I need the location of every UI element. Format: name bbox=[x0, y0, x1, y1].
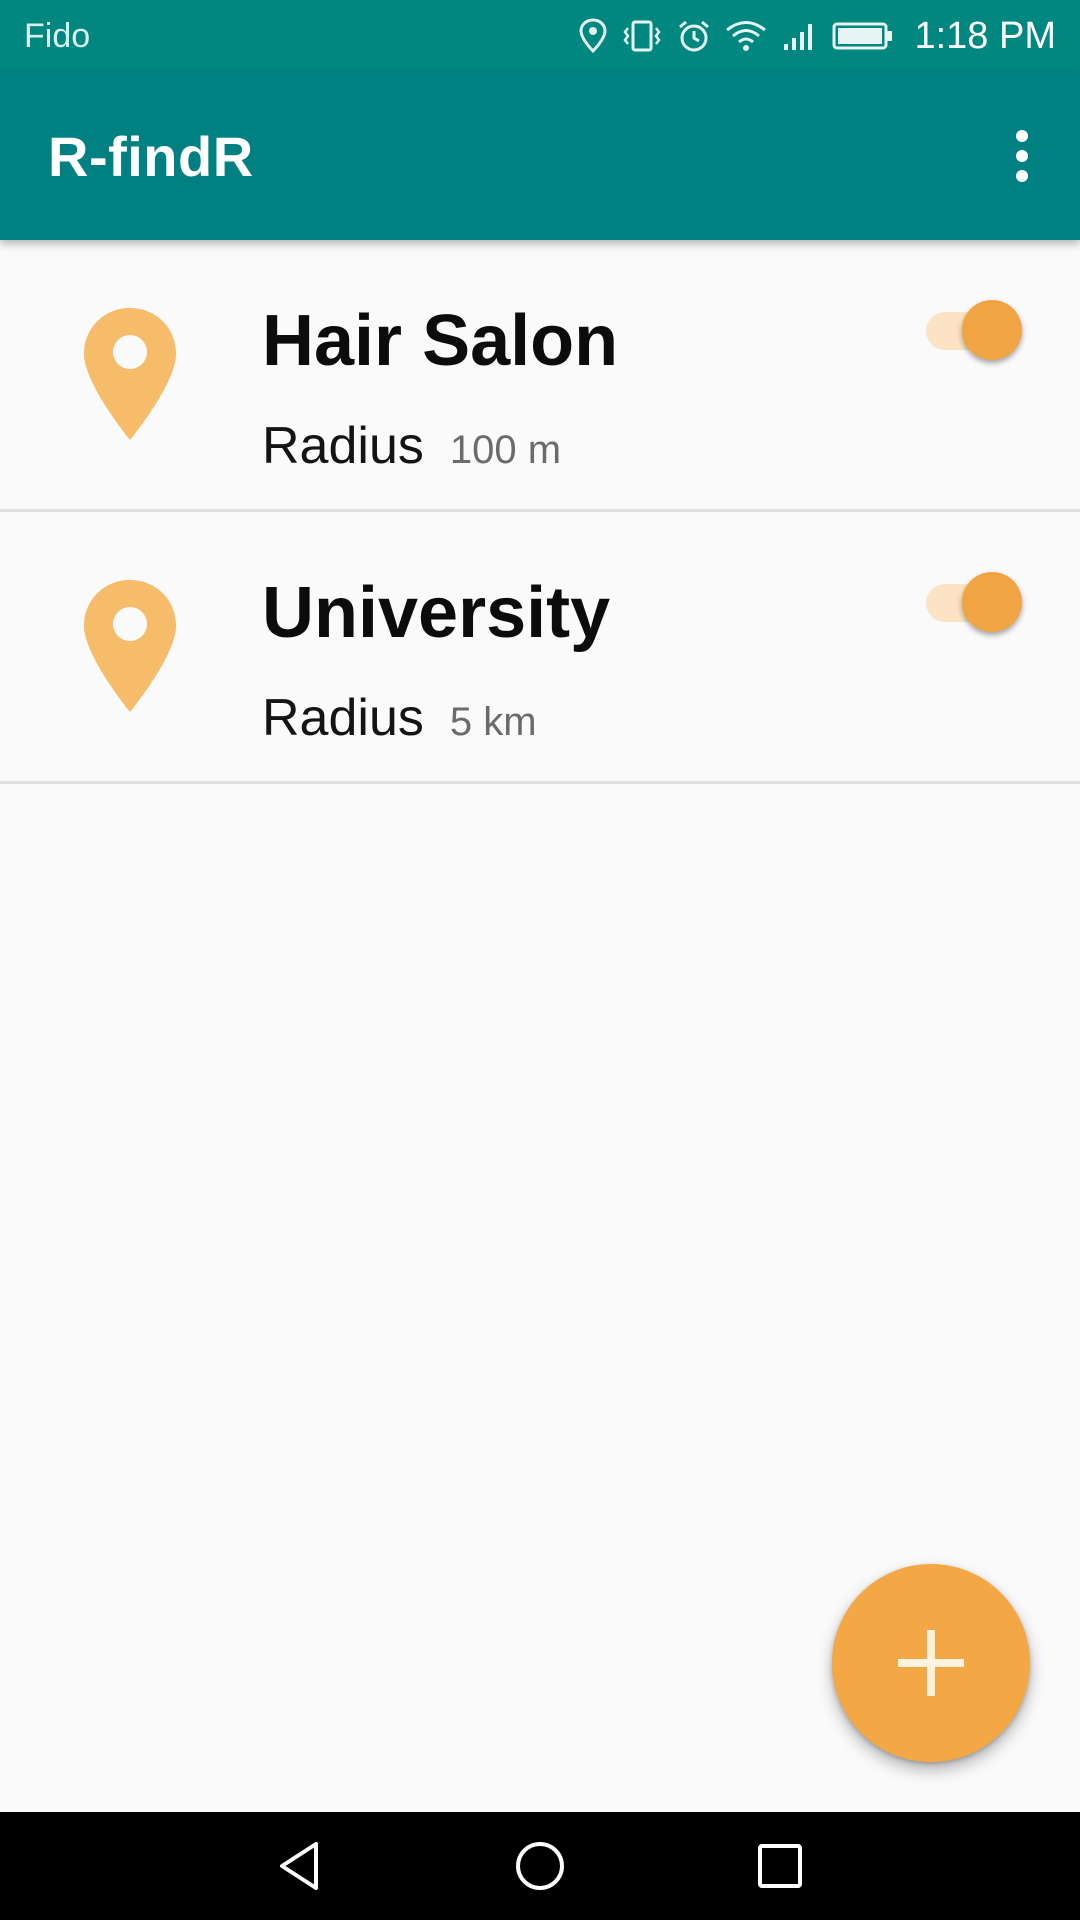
status-bar: Fido 1:18 PM bbox=[0, 0, 1080, 72]
radius-row: Radius 100 m bbox=[262, 416, 561, 476]
toggle-thumb bbox=[962, 300, 1022, 360]
overflow-menu-button[interactable] bbox=[994, 108, 1050, 204]
recents-button[interactable] bbox=[750, 1836, 810, 1896]
location-icon bbox=[578, 18, 608, 54]
clock: 1:18 PM bbox=[914, 14, 1056, 57]
radius-label: Radius bbox=[262, 417, 424, 475]
enable-toggle[interactable] bbox=[924, 568, 1024, 632]
signal-icon bbox=[780, 18, 820, 54]
more-vert-icon bbox=[1016, 130, 1028, 182]
app-title: R-findR bbox=[48, 124, 254, 188]
back-button[interactable] bbox=[270, 1836, 330, 1896]
radius-label: Radius bbox=[262, 689, 424, 747]
toggle-thumb bbox=[962, 572, 1022, 632]
map-pin-icon bbox=[80, 576, 180, 721]
navigation-bar bbox=[0, 1812, 1080, 1920]
radius-value: 5 km bbox=[449, 700, 537, 744]
radius-value: 100 m bbox=[449, 428, 562, 472]
place-name: University bbox=[262, 573, 611, 653]
add-icon bbox=[898, 1630, 964, 1696]
add-place-button[interactable] bbox=[832, 1564, 1030, 1762]
app-bar: R-findR bbox=[0, 72, 1080, 240]
places-list: Hair Salon Radius 100 m University Radiu… bbox=[0, 240, 1080, 784]
vibrate-icon bbox=[620, 18, 664, 54]
list-item[interactable]: University Radius 5 km bbox=[0, 512, 1080, 784]
recents-icon bbox=[758, 1844, 802, 1888]
back-icon bbox=[280, 1842, 318, 1890]
place-name: Hair Salon bbox=[262, 301, 619, 381]
home-icon bbox=[516, 1842, 564, 1890]
battery-icon bbox=[832, 18, 894, 54]
map-pin-icon bbox=[80, 304, 180, 449]
radius-row: Radius 5 km bbox=[262, 688, 537, 748]
home-button[interactable] bbox=[510, 1836, 570, 1896]
status-icons: 1:18 PM bbox=[578, 15, 1056, 58]
enable-toggle[interactable] bbox=[924, 296, 1024, 360]
list-item[interactable]: Hair Salon Radius 100 m bbox=[0, 240, 1080, 512]
wifi-icon bbox=[724, 18, 768, 54]
carrier-label: Fido bbox=[24, 16, 91, 55]
alarm-icon bbox=[676, 18, 712, 54]
